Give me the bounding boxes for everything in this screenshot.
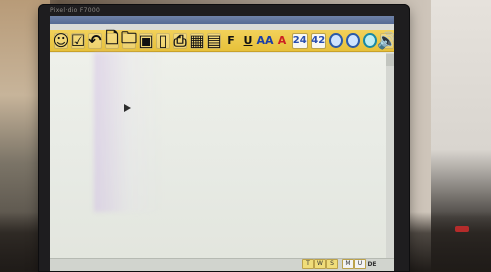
font-color-button[interactable]: A (275, 33, 289, 49)
check-icon[interactable]: ☑ (71, 31, 85, 50)
grid-icon[interactable]: ▤ (206, 31, 221, 50)
save-icon[interactable]: ▣ (138, 31, 153, 50)
undo-icon[interactable]: ↶ (88, 31, 102, 50)
circle-blue-2-icon[interactable] (346, 33, 360, 48)
circle-teal-icon[interactable] (363, 33, 377, 48)
status-s-button[interactable]: S (326, 259, 338, 269)
status-w-button[interactable]: W (314, 259, 326, 269)
status-t-button[interactable]: T (302, 259, 314, 269)
scrollbar-thumb[interactable] (386, 54, 394, 66)
power-led (455, 226, 469, 232)
screen: ☺ ☑ ↶ 🗋 🗀 ▣ ▯ ⎙ ▦ ▤ F U AA A 24 42 🔊 T W… (50, 16, 394, 271)
status-m-button[interactable]: M (342, 259, 354, 269)
uppercase-button[interactable]: AA (256, 33, 273, 49)
open-folder-icon[interactable]: 🗀 (121, 28, 137, 49)
print-icon[interactable]: ⎙ (173, 31, 187, 50)
calculator-icon[interactable]: ▦ (189, 31, 204, 50)
circle-blue-icon[interactable] (329, 33, 343, 48)
mouse-pointer-icon (124, 104, 131, 112)
new-document-icon[interactable]: 🗋 (105, 28, 119, 49)
status-bar: T W S M U DE (50, 258, 394, 271)
status-u-button[interactable]: U (354, 259, 366, 269)
vertical-scrollbar[interactable] (386, 53, 394, 271)
font-size-24-button[interactable]: 24 (292, 32, 308, 49)
print-preview-icon[interactable]: ▯ (156, 31, 170, 50)
font-size-42-button[interactable]: 42 (310, 32, 326, 49)
screen-glare (94, 52, 164, 212)
bold-button[interactable]: F (224, 33, 238, 49)
main-toolbar: ☺ ☑ ↶ 🗋 🗀 ▣ ▯ ⎙ ▦ ▤ F U AA A 24 42 🔊 (50, 28, 394, 52)
underline-button[interactable]: U (241, 33, 255, 49)
speaker-icon[interactable]: 🔊 (377, 31, 394, 50)
window-titlebar (50, 16, 394, 24)
status-language: DE (367, 261, 377, 268)
monitor-brand: Pixel·dio F7000 (50, 7, 101, 14)
smiley-icon[interactable]: ☺ (53, 31, 70, 50)
